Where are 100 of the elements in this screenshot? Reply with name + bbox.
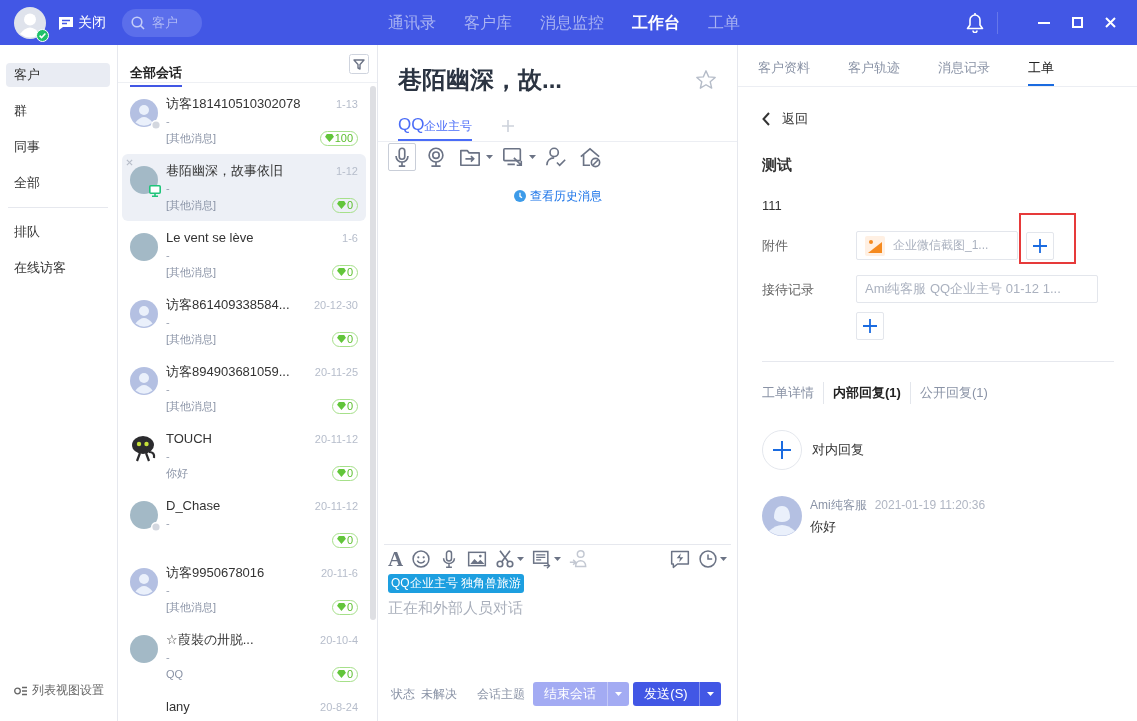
sidebar-item[interactable]: 群 (6, 99, 110, 123)
conversation-item[interactable]: 访客861409338584... 20-12-30 - [其他消息] 0 (122, 288, 366, 355)
panel-tab[interactable]: 工单 (1028, 58, 1054, 86)
contact-subtitle: - (166, 382, 170, 397)
contact-name: 访客861409338584... (166, 296, 291, 314)
sidebar-item[interactable]: 在线访客 (6, 256, 110, 280)
font-button[interactable]: A (388, 548, 404, 570)
gem-icon (336, 402, 346, 410)
contact-name: lany (166, 698, 191, 716)
conversation-item[interactable]: Le vent se lève 1-6 - [其他消息] 0 (122, 221, 366, 288)
plus-icon (863, 319, 877, 333)
star-icon[interactable] (695, 69, 717, 91)
plus-icon (1033, 238, 1047, 253)
sidebar-item[interactable]: 排队 (6, 220, 110, 244)
file-name: 企业微信截图_1... (893, 237, 989, 254)
history-link[interactable]: 查看历史消息 (513, 187, 602, 205)
send-menu-button[interactable] (699, 682, 721, 706)
minimize-icon[interactable] (1038, 21, 1050, 24)
list-tab[interactable]: 全部会话 (130, 65, 182, 87)
score-value: 0 (346, 533, 353, 547)
contact-name: D_Chase (166, 497, 222, 515)
conversation-item[interactable]: 访客181410510302078 1-13 - [其他消息] 100 (122, 87, 366, 154)
bell-icon[interactable] (966, 12, 984, 33)
image-icon[interactable] (467, 549, 488, 569)
user-avatar-icon[interactable] (14, 6, 46, 39)
reply-text: 你好 (810, 518, 837, 536)
score-value: 0 (346, 198, 353, 212)
channel-tab[interactable]: QQ企业主号 (398, 114, 473, 141)
field-label: 附件 (762, 237, 789, 255)
score-value: 0 (346, 667, 353, 681)
message-time: 20-11-12 (313, 499, 358, 514)
chat-card-icon (58, 15, 74, 30)
score-value: 0 (346, 265, 353, 279)
gem-icon (336, 201, 346, 209)
webcam-icon[interactable] (425, 146, 447, 168)
caret-icon[interactable] (554, 557, 562, 561)
reply-time: 2021-01-19 11:20:36 (874, 497, 986, 514)
message-time: 1-13 (334, 97, 358, 112)
clock-icon[interactable] (698, 549, 718, 569)
scissors-icon[interactable] (495, 549, 516, 569)
caret-icon[interactable] (486, 155, 493, 159)
caret-icon[interactable] (517, 557, 525, 561)
message-time: 20-8-24 (319, 700, 358, 715)
scrollbar[interactable] (370, 86, 376, 620)
status-label: 状态 (391, 685, 415, 703)
monitor-arrow-icon[interactable] (502, 146, 524, 168)
reply-tab[interactable]: 内部回复(1) (833, 383, 901, 403)
contact-name: 巷陌幽深，故事依旧 (166, 162, 284, 180)
list-view-settings-button[interactable]: 列表视图设置 (6, 682, 104, 699)
image-file-icon (865, 235, 885, 256)
close-button[interactable]: 关闭 (58, 13, 106, 32)
conversation-item[interactable]: lany 20-8-24 (122, 690, 366, 721)
sidebar-item[interactable]: 客户 (6, 63, 110, 87)
smiley-icon[interactable] (411, 549, 432, 569)
message-time: 20-10-4 (319, 633, 358, 648)
gem-icon (336, 335, 346, 343)
score-value: 0 (346, 466, 353, 480)
sidebar-item[interactable]: 同事 (6, 135, 110, 159)
contact-subtitle: - (166, 516, 170, 531)
filter-icon[interactable] (349, 53, 369, 74)
message-input[interactable]: 正在和外部人员对话 (388, 598, 727, 658)
avatar-icon (762, 496, 802, 536)
contact-subtitle: - (166, 181, 170, 196)
contact-name: 访客181410510302078 (166, 95, 302, 113)
back-button[interactable]: 返回 (762, 109, 808, 129)
card-arrow-icon[interactable] (532, 549, 553, 569)
conversation-item[interactable]: 访客894903681059... 20-11-25 - [其他消息] 0 (122, 355, 366, 422)
sidebar-item[interactable]: 全部 (6, 171, 110, 195)
contact-subtitle: - (166, 315, 170, 330)
message-time: 20-12-30 (312, 298, 358, 313)
caret-icon[interactable] (720, 557, 727, 561)
message-preview: [其他消息] (166, 265, 217, 280)
contact-subtitle: - (166, 248, 170, 263)
nav-tab[interactable]: 工作台 (632, 11, 680, 34)
ticket-title: 测试 (762, 155, 793, 175)
message-preview: [其他消息] (166, 600, 217, 615)
gem-icon (336, 670, 346, 678)
conversation-item[interactable]: 访客9950678016 20-11-6 - [其他消息] 0 (122, 556, 366, 623)
conversation-item[interactable]: TOUCH 20-11-12 - 你好 0 (122, 422, 366, 489)
message-time: 20-11-25 (313, 365, 358, 380)
maximize-icon[interactable] (1072, 17, 1083, 28)
conversation-item[interactable]: ☆葭裝の卅脱... 20-10-4 - QQ 0 (122, 623, 366, 690)
score-value: 100 (334, 131, 353, 145)
internal-reply-button[interactable]: 对内回复 (762, 430, 864, 470)
contact-name: TOUCH (166, 430, 213, 448)
add-button[interactable] (856, 312, 884, 340)
chat-title: 巷陌幽深，故... (398, 65, 562, 95)
caret-icon[interactable] (707, 692, 714, 696)
conversation-item[interactable]: D_Chase 20-11-12 - 0 (122, 489, 366, 556)
lightning-bubble-icon[interactable] (670, 549, 690, 569)
plus-circle-icon (762, 430, 802, 470)
user-check-icon[interactable] (545, 146, 567, 168)
add-button[interactable] (1026, 231, 1054, 260)
search-field[interactable]: 客户 (122, 8, 202, 37)
microphone-icon[interactable] (388, 143, 416, 171)
send-button[interactable]: 发送(S) (633, 682, 699, 706)
caret-icon[interactable] (529, 155, 536, 159)
house-blocked-icon[interactable] (579, 146, 601, 168)
contact-name: Le vent se lève (166, 229, 255, 247)
score-value: 0 (346, 600, 353, 614)
